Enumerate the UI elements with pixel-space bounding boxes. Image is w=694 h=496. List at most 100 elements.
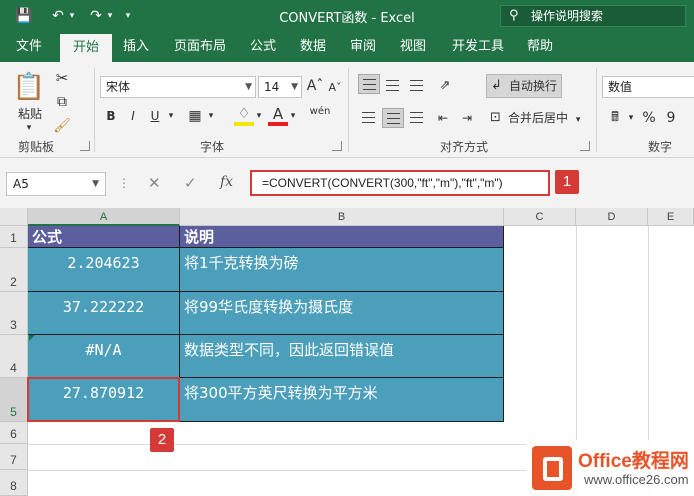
ribbon-tabs: 文件 开始 插入 页面布局 公式 数据 审阅 视图 开发工具 帮助 — [0, 32, 694, 62]
group-divider — [596, 68, 597, 152]
enter-icon[interactable]: ✓ — [184, 174, 197, 192]
column-header-c[interactable]: C — [504, 208, 576, 226]
cell-b4[interactable]: 数据类型不同，因此返回错误值 — [180, 335, 504, 378]
align-bottom-icon[interactable] — [406, 76, 428, 96]
bold-button[interactable]: B — [102, 106, 120, 126]
chevron-down-icon[interactable]: ▾ — [206, 106, 216, 126]
tab-insert[interactable]: 插入 — [114, 32, 158, 62]
column-header-b[interactable]: B — [180, 208, 504, 226]
number-format-combo[interactable]: 数值 — [602, 76, 694, 98]
paste-icon[interactable]: 📋 — [12, 70, 46, 104]
merge-center-button[interactable]: ⊡ 合并后居中 ▾ — [486, 106, 586, 130]
row-header-3[interactable]: 3 — [0, 292, 28, 335]
selected-cell-highlight — [27, 377, 180, 422]
align-right-icon[interactable] — [406, 108, 428, 128]
group-divider — [94, 68, 95, 152]
column-header-a[interactable]: A — [28, 208, 180, 226]
align-middle-icon[interactable] — [382, 76, 404, 96]
chevron-down-icon: ▼ — [92, 179, 99, 189]
copy-icon[interactable]: ⧉ — [52, 92, 72, 112]
column-header-d[interactable]: D — [576, 208, 648, 226]
orientation-icon[interactable]: ⇗ — [432, 76, 458, 96]
tab-data[interactable]: 数据 — [292, 32, 334, 62]
chevron-down-icon[interactable]: ▾ — [288, 106, 298, 126]
wrap-text-button[interactable]: ↲ 自动换行 — [486, 74, 562, 98]
tab-developer[interactable]: 开发工具 — [444, 32, 512, 62]
border-icon[interactable]: ▦ — [184, 106, 206, 126]
clipboard-launcher-icon[interactable] — [80, 141, 90, 151]
title-bar: 💾 ↶ ▾ ↷ ▾ ▾ CONVERT函数 - Excel ⚲ 操作说明搜索 — [0, 0, 694, 32]
accounting-icon[interactable]: 🖩 — [604, 108, 626, 128]
group-divider — [348, 68, 349, 152]
decrease-indent-icon[interactable]: ⇤ — [432, 108, 454, 128]
cell-b2[interactable]: 将1千克转换为磅 — [180, 248, 504, 292]
comma-button[interactable]: 9 — [662, 108, 680, 128]
fill-color-icon[interactable]: ♢ — [234, 104, 254, 126]
row-header-2[interactable]: 2 — [0, 248, 28, 292]
name-box-value: A5 — [13, 177, 29, 191]
chevron-down-icon[interactable]: ▾ — [254, 106, 264, 126]
row-header-1[interactable]: 1 — [0, 226, 28, 248]
cell-a4[interactable]: #N/A — [28, 335, 180, 378]
italic-button[interactable]: I — [124, 106, 142, 126]
cell-b1[interactable]: 说明 — [180, 226, 504, 248]
select-all-corner[interactable] — [0, 208, 28, 226]
wrap-text-label: 自动换行 — [509, 79, 558, 93]
error-indicator-icon[interactable] — [29, 335, 35, 341]
tab-page-layout[interactable]: 页面布局 — [164, 32, 236, 62]
formula-input[interactable]: =CONVERT(CONVERT(300,"ft","m"),"ft","m") — [250, 170, 550, 196]
tab-file[interactable]: 文件 — [6, 32, 52, 62]
insert-function-button[interactable]: fx — [220, 174, 233, 190]
number-group-label: 数字 — [648, 140, 673, 154]
decrease-font-icon[interactable]: Aˇ — [326, 78, 344, 98]
column-header-e[interactable]: E — [648, 208, 694, 226]
name-box[interactable]: A5 ▼ — [6, 172, 106, 196]
increase-font-icon[interactable]: Aˆ — [306, 76, 324, 96]
tab-help[interactable]: 帮助 — [518, 32, 562, 62]
row-header-4[interactable]: 4 — [0, 335, 28, 378]
cell-a3[interactable]: 37.222222 — [28, 292, 180, 335]
row-header-5[interactable]: 5 — [0, 378, 28, 422]
align-left-icon[interactable] — [358, 108, 380, 128]
tab-view[interactable]: 视图 — [392, 32, 434, 62]
cut-icon[interactable]: ✂ — [52, 68, 72, 88]
tell-me-search[interactable]: ⚲ 操作说明搜索 — [500, 5, 686, 27]
watermark-url: www.office26.com — [584, 472, 689, 487]
font-color-button[interactable]: A — [268, 104, 288, 126]
callout-badge-2: 2 — [150, 428, 174, 452]
font-size-combo[interactable]: 14 ▼ — [258, 76, 302, 98]
tab-review[interactable]: 审阅 — [342, 32, 384, 62]
chevron-down-icon[interactable]: ▾ — [626, 108, 636, 128]
ribbon-home: 📋 粘贴 ▾ ✂ ⧉ 🖌 剪贴板 宋体 ▼ 14 ▼ Aˆ Aˇ B I U ▾… — [0, 62, 694, 158]
align-center-icon[interactable] — [382, 108, 404, 128]
more-icon: ⋮ — [118, 176, 130, 190]
row-header-8[interactable]: 8 — [0, 470, 28, 496]
font-launcher-icon[interactable] — [332, 141, 342, 151]
underline-button[interactable]: U — [146, 106, 164, 126]
wrap-text-icon: ↲ — [491, 78, 502, 93]
paste-dropdown-icon[interactable]: ▾ — [24, 118, 34, 138]
tab-home[interactable]: 开始 — [60, 34, 112, 62]
clipboard-group-label: 剪贴板 — [18, 140, 55, 154]
row-header-6[interactable]: 6 — [0, 422, 28, 444]
tab-formulas[interactable]: 公式 — [242, 32, 284, 62]
cell-b5[interactable]: 将300平方英尺转换为平方米 — [180, 378, 504, 422]
merge-icon: ⊡ — [490, 110, 501, 125]
percent-button[interactable]: % — [640, 108, 658, 128]
align-top-icon[interactable] — [358, 74, 380, 94]
cell-a1[interactable]: 公式 — [28, 226, 180, 248]
phonetic-guide-button[interactable]: wén — [308, 102, 332, 122]
cancel-icon[interactable]: ✕ — [148, 174, 161, 192]
format-painter-icon[interactable]: 🖌 — [52, 116, 72, 136]
callout-badge-1: 1 — [555, 170, 579, 194]
increase-indent-icon[interactable]: ⇥ — [456, 108, 478, 128]
font-name-value: 宋体 — [106, 80, 131, 94]
cell-a2[interactable]: 2.204623 — [28, 248, 180, 292]
alignment-launcher-icon[interactable] — [580, 141, 590, 151]
office-logo-icon — [532, 446, 572, 490]
row-header-7[interactable]: 7 — [0, 444, 28, 470]
chevron-down-icon[interactable]: ▾ — [166, 106, 176, 126]
font-name-combo[interactable]: 宋体 ▼ — [100, 76, 256, 98]
font-size-value: 14 — [264, 80, 280, 94]
cell-b3[interactable]: 将99华氏度转换为摄氏度 — [180, 292, 504, 335]
